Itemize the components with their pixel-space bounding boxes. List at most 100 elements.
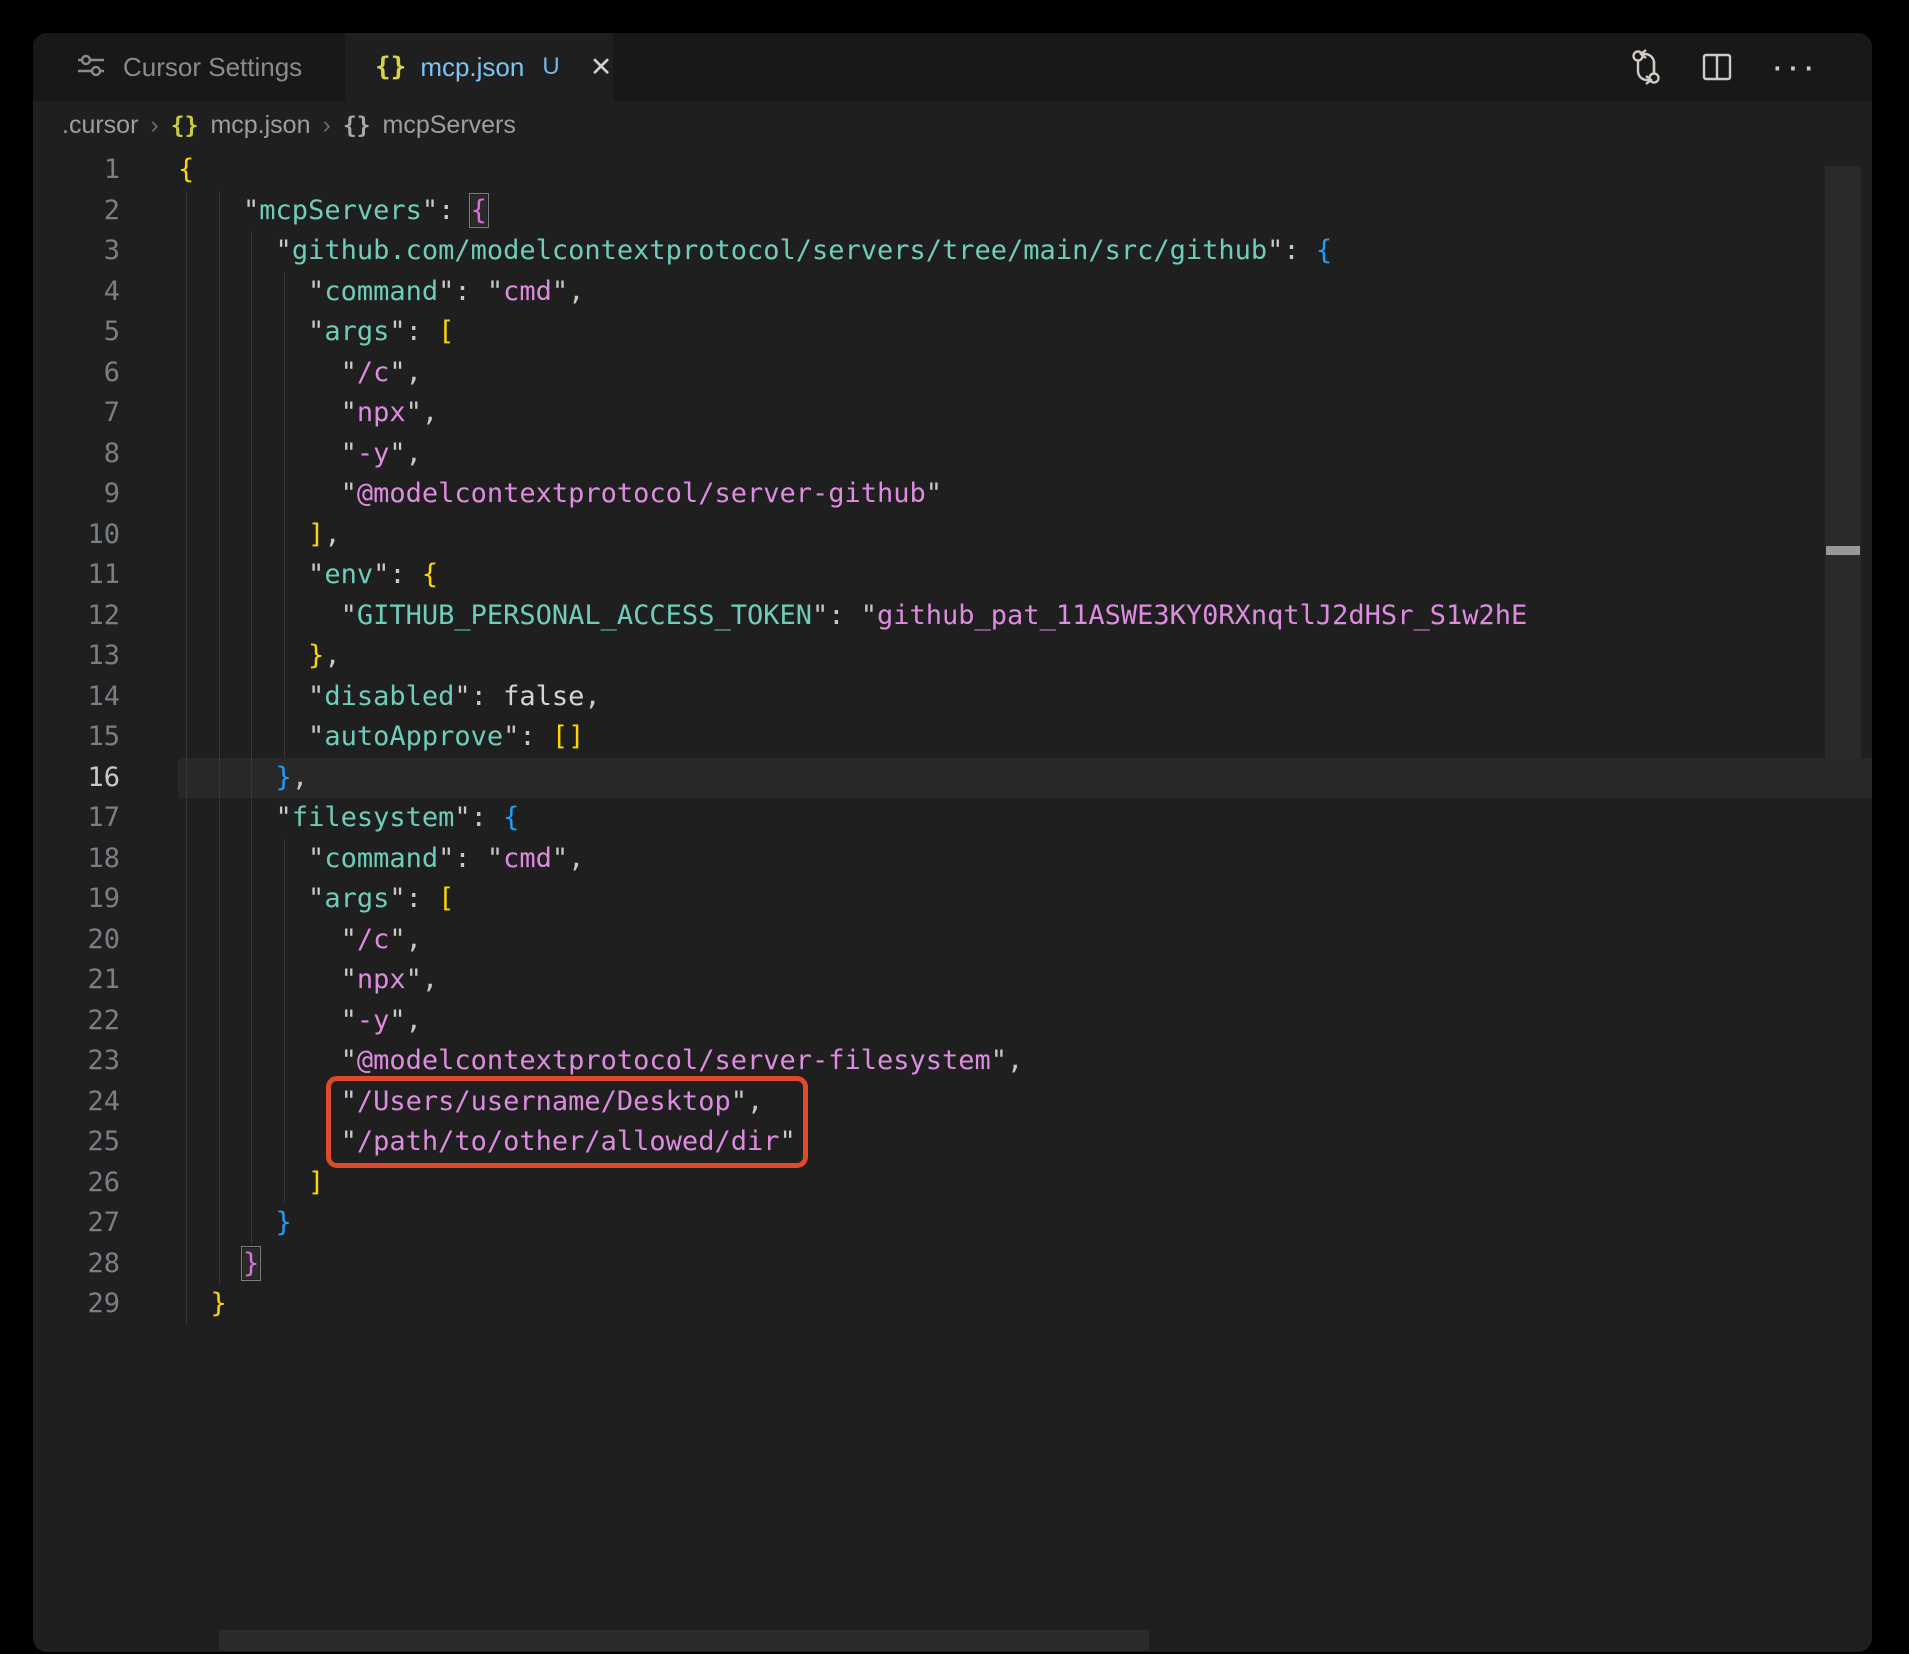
horizontal-scrollbar[interactable] <box>219 1630 1149 1651</box>
indent-guide <box>219 515 220 556</box>
line-number: 24 <box>33 1082 178 1123</box>
indent-guide <box>186 1082 187 1123</box>
indent-guide <box>186 515 187 556</box>
more-actions-icon[interactable]: ··· <box>1771 57 1818 77</box>
indent-guide <box>251 272 252 313</box>
code-line-20[interactable]: 20 "/c", <box>33 920 1872 961</box>
line-number: 3 <box>33 231 178 272</box>
code-line-27[interactable]: 27 } <box>33 1203 1872 1244</box>
line-content: "disabled": false, <box>178 677 1872 718</box>
indent-guide <box>186 839 187 880</box>
code-line-4[interactable]: 4 "command": "cmd", <box>33 272 1872 313</box>
code-line-14[interactable]: 14 "disabled": false, <box>33 677 1872 718</box>
indent-guide <box>219 393 220 434</box>
split-editor-icon[interactable] <box>1701 51 1733 83</box>
code-line-13[interactable]: 13 }, <box>33 636 1872 677</box>
code-line-1[interactable]: 1{ <box>33 150 1872 191</box>
indent-guide <box>251 434 252 475</box>
indent-guide <box>284 555 285 596</box>
code-line-19[interactable]: 19 "args": [ <box>33 879 1872 920</box>
line-content: "/path/to/other/allowed/dir" <box>178 1122 1872 1163</box>
code-line-11[interactable]: 11 "env": { <box>33 555 1872 596</box>
editor-window: Cursor Settings {} mcp.json U ✕ <box>33 33 1872 1652</box>
indent-guide <box>186 596 187 637</box>
indent-guide <box>251 231 252 272</box>
code-line-10[interactable]: 10 ], <box>33 515 1872 556</box>
sliders-icon <box>75 49 107 86</box>
tab-mcp-json[interactable]: {} mcp.json U ✕ <box>345 33 613 101</box>
indent-guide <box>186 434 187 475</box>
code-line-15[interactable]: 15 "autoApprove": [] <box>33 717 1872 758</box>
line-number: 8 <box>33 434 178 475</box>
line-number: 28 <box>33 1244 178 1285</box>
line-number: 21 <box>33 960 178 1001</box>
indent-guide <box>186 798 187 839</box>
close-tab-icon[interactable]: ✕ <box>584 50 619 85</box>
line-number: 20 <box>33 920 178 961</box>
tab-cursor-settings[interactable]: Cursor Settings <box>33 33 345 101</box>
code-line-17[interactable]: 17 "filesystem": { <box>33 798 1872 839</box>
line-content: "-y", <box>178 1001 1872 1042</box>
line-content: ], <box>178 515 1872 556</box>
line-content: "filesystem": { <box>178 798 1872 839</box>
breadcrumb-symbol[interactable]: mcpServers <box>383 111 516 140</box>
code-line-12[interactable]: 12 "GITHUB_PERSONAL_ACCESS_TOKEN": "gith… <box>33 596 1872 637</box>
indent-guide <box>251 474 252 515</box>
code-line-23[interactable]: 23 "@modelcontextprotocol/server-filesys… <box>33 1041 1872 1082</box>
line-content: "command": "cmd", <box>178 272 1872 313</box>
code-line-9[interactable]: 9 "@modelcontextprotocol/server-github" <box>33 474 1872 515</box>
indent-guide <box>284 1041 285 1082</box>
line-content: "/c", <box>178 920 1872 961</box>
code-editor[interactable]: 1{2 "mcpServers": {3 "github.com/modelco… <box>33 150 1872 1652</box>
indent-guide <box>284 920 285 961</box>
code-line-18[interactable]: 18 "command": "cmd", <box>33 839 1872 880</box>
code-line-28[interactable]: 28 } <box>33 1244 1872 1285</box>
line-number: 12 <box>33 596 178 637</box>
open-changes-icon[interactable] <box>1629 48 1663 86</box>
code-line-29[interactable]: 29 } <box>33 1284 1872 1325</box>
indent-guide <box>219 1082 220 1123</box>
line-content: } <box>178 1284 1872 1325</box>
code-line-6[interactable]: 6 "/c", <box>33 353 1872 394</box>
code-line-8[interactable]: 8 "-y", <box>33 434 1872 475</box>
breadcrumb-file[interactable]: mcp.json <box>210 111 310 140</box>
line-content: "args": [ <box>178 312 1872 353</box>
tab-label: Cursor Settings <box>123 52 302 83</box>
line-number: 9 <box>33 474 178 515</box>
indent-guide <box>251 1041 252 1082</box>
indent-guide <box>251 677 252 718</box>
line-number: 13 <box>33 636 178 677</box>
code-line-16[interactable]: 16 }, <box>33 758 1872 799</box>
indent-guide <box>219 231 220 272</box>
code-line-2[interactable]: 2 "mcpServers": { <box>33 191 1872 232</box>
line-number: 14 <box>33 677 178 718</box>
indent-guide <box>251 758 252 799</box>
indent-guide <box>219 798 220 839</box>
code-line-21[interactable]: 21 "npx", <box>33 960 1872 1001</box>
indent-guide <box>284 1163 285 1204</box>
indent-guide <box>219 272 220 313</box>
breadcrumb-folder[interactable]: .cursor <box>62 111 138 140</box>
code-line-3[interactable]: 3 "github.com/modelcontextprotocol/serve… <box>33 231 1872 272</box>
code-line-26[interactable]: 26 ] <box>33 1163 1872 1204</box>
indent-guide <box>219 1041 220 1082</box>
code-line-25[interactable]: 25 "/path/to/other/allowed/dir" <box>33 1122 1872 1163</box>
code-line-5[interactable]: 5 "args": [ <box>33 312 1872 353</box>
indent-guide <box>186 353 187 394</box>
line-content: "GITHUB_PERSONAL_ACCESS_TOKEN": "github_… <box>178 596 1872 637</box>
indent-guide <box>284 717 285 758</box>
line-number: 17 <box>33 798 178 839</box>
indent-guide <box>186 1284 187 1325</box>
indent-guide <box>284 677 285 718</box>
code-line-24[interactable]: 24 "/Users/username/Desktop", <box>33 1082 1872 1123</box>
indent-guide <box>284 1082 285 1123</box>
indent-guide <box>284 474 285 515</box>
code-line-7[interactable]: 7 "npx", <box>33 393 1872 434</box>
vertical-scrollbar[interactable] <box>1825 166 1861 758</box>
indent-guide <box>251 1001 252 1042</box>
line-number: 4 <box>33 272 178 313</box>
code-line-22[interactable]: 22 "-y", <box>33 1001 1872 1042</box>
indent-guide <box>219 636 220 677</box>
indent-guide <box>186 636 187 677</box>
line-number: 1 <box>33 150 178 191</box>
